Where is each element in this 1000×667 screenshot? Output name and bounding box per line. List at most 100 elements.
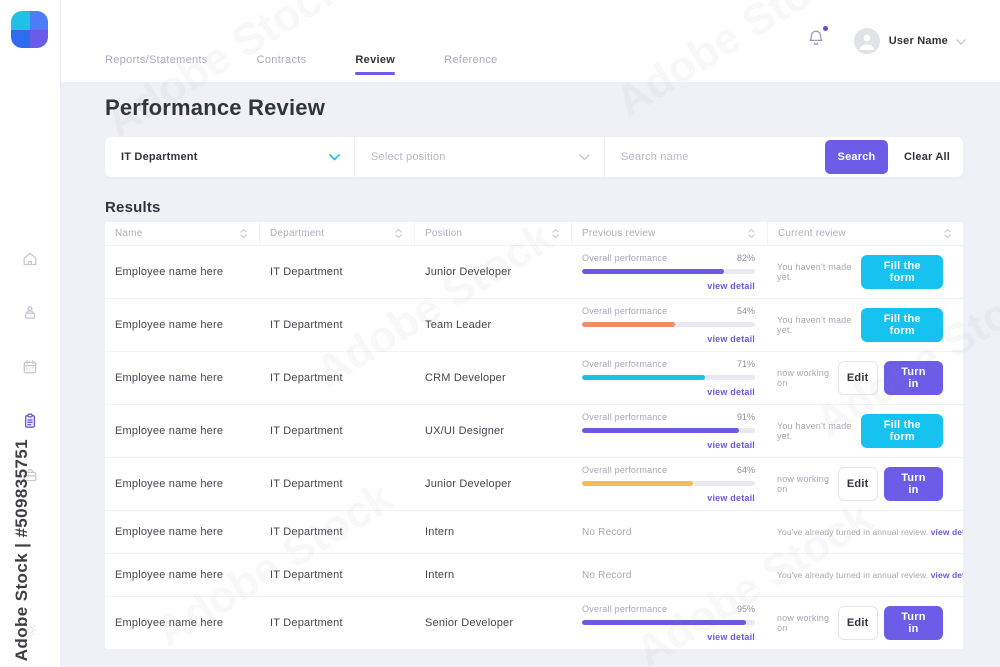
user-name[interactable]: User Name (889, 35, 948, 47)
turned-in-view-detail-link[interactable]: view detail (931, 527, 963, 537)
column-label: Name (115, 228, 143, 239)
employee-name: Employee name here (115, 478, 224, 490)
employee-department: IT Department (270, 425, 343, 437)
performance-block: Overall performance 71% view detail (582, 359, 755, 397)
sidebar-item-home[interactable] (13, 244, 47, 278)
app-logo[interactable] (11, 11, 48, 48)
view-detail-link[interactable]: view detail (582, 387, 755, 397)
sort-icon[interactable] (240, 228, 247, 239)
performance-percent: 82% (736, 253, 755, 263)
performance-block: Overall performance 95% view detail (582, 604, 755, 642)
employee-department: IT Department (270, 266, 343, 278)
employee-name: Employee name here (115, 425, 224, 437)
view-detail-link[interactable]: view detail (582, 440, 755, 450)
employee-department: IT Department (270, 372, 343, 384)
logo-quadrant (11, 29, 30, 48)
previous-review-cell: Overall performance 54% view detail (572, 299, 768, 351)
notification-dot (822, 26, 828, 31)
position-select-placeholder: Select position (371, 151, 446, 163)
view-detail-link[interactable]: view detail (582, 632, 755, 642)
sidebar-item-calendar[interactable] (13, 352, 47, 386)
table-row: Employee name here IT Department Senior … (105, 596, 963, 649)
search-field-wrap (605, 137, 825, 177)
employee-name: Employee name here (115, 319, 224, 331)
results-title: Results (105, 199, 161, 216)
turned-in-view-detail-link[interactable]: view detail (931, 570, 963, 580)
current-review-cell: You haven't made yet. Fill the form (768, 246, 963, 298)
position-select[interactable]: Select position (355, 137, 605, 177)
current-review-cell: You haven't made yet. Fill the form (768, 405, 963, 457)
sidebar-item-review[interactable] (13, 406, 47, 440)
employee-name: Employee name here (115, 372, 224, 384)
employee-name: Employee name here (115, 617, 224, 629)
employee-position: Senior Developer (425, 617, 514, 629)
view-detail-link[interactable]: view detail (582, 493, 755, 503)
performance-block: Overall performance 54% view detail (582, 306, 755, 344)
avatar[interactable] (853, 28, 880, 54)
search-button[interactable]: Search (825, 140, 888, 174)
current-status-text: You haven't made yet. (777, 262, 852, 282)
current-review-cell: You've already turned in annual review. … (768, 511, 963, 553)
edit-button[interactable]: Edit (837, 361, 878, 395)
current-status-text: You haven't made yet. (777, 315, 852, 335)
employee-department: IT Department (270, 569, 343, 581)
table-row: Employee name here IT Department Junior … (105, 245, 963, 298)
sidebar-item-team[interactable] (13, 298, 47, 332)
main-content: Performance Review IT Department Select … (60, 82, 1000, 667)
performance-label: Overall performance (582, 412, 668, 422)
progress-bar (582, 322, 755, 327)
view-detail-link[interactable]: view detail (582, 281, 755, 291)
employee-name: Employee name here (115, 569, 224, 581)
logo-quadrant (29, 29, 48, 48)
employee-position: UX/UI Designer (425, 425, 505, 437)
sidebar-item-briefcase[interactable] (13, 460, 47, 494)
performance-label: Overall performance (582, 465, 668, 475)
employee-position: Junior Developer (425, 266, 512, 278)
tab-contracts[interactable]: Contracts (257, 54, 307, 82)
column-header-current-review: Current review (768, 222, 963, 245)
sort-icon[interactable] (748, 228, 755, 239)
logo-quadrant (11, 11, 30, 30)
no-record-text: No Record (582, 569, 632, 581)
employee-position: Intern (425, 569, 455, 581)
turn-in-button[interactable]: Turn in (883, 361, 943, 395)
performance-label: Overall performance (582, 359, 668, 369)
buttons-group: Edit Turn in (837, 467, 943, 501)
home-icon (21, 250, 39, 273)
table-row: Employee name here IT Department UX/UI D… (105, 404, 963, 457)
tab-reports-statements[interactable]: Reports/Statements (105, 54, 208, 82)
tab-reference[interactable]: Reference (444, 54, 497, 82)
progress-bar (582, 620, 755, 625)
turn-in-button[interactable]: Turn in (883, 606, 943, 640)
sort-icon[interactable] (552, 228, 559, 239)
progress-bar (582, 269, 755, 274)
turn-in-button[interactable]: Turn in (883, 467, 943, 501)
edit-button[interactable]: Edit (837, 467, 878, 501)
search-input[interactable] (605, 151, 825, 163)
edit-button[interactable]: Edit (837, 606, 878, 640)
fill-form-button[interactable]: Fill the form (861, 308, 943, 342)
clear-all-button[interactable]: Clear All (891, 140, 963, 174)
clipboard-icon (21, 412, 39, 435)
filter-bar: IT Department Select position Search Cle… (105, 137, 963, 177)
fill-form-button[interactable]: Fill the form (861, 414, 943, 448)
chevron-down-icon[interactable] (956, 32, 966, 50)
app-screen: Reports/Statements Contracts Review Refe… (0, 0, 1000, 667)
previous-review-cell: Overall performance 64% view detail (572, 458, 768, 510)
turned-in-text: You've already turned in annual review. … (777, 527, 963, 537)
fill-form-button[interactable]: Fill the form (861, 255, 943, 289)
employee-department: IT Department (270, 526, 343, 538)
sort-icon[interactable] (395, 228, 402, 239)
sort-icon[interactable] (944, 228, 951, 239)
department-select[interactable]: IT Department (105, 137, 355, 177)
buttons-group: Fill the form (861, 308, 943, 342)
current-status-text: now working on (777, 474, 830, 494)
tab-review[interactable]: Review (355, 54, 395, 82)
buttons-group: Edit Turn in (837, 606, 943, 640)
progress-bar-fill (582, 428, 740, 433)
column-label: Position (425, 228, 463, 239)
view-detail-link[interactable]: view detail (582, 334, 755, 344)
current-status-text: now working on (777, 613, 830, 633)
notifications-button[interactable] (808, 26, 828, 53)
column-header-previous-review: Previous review (572, 222, 768, 245)
